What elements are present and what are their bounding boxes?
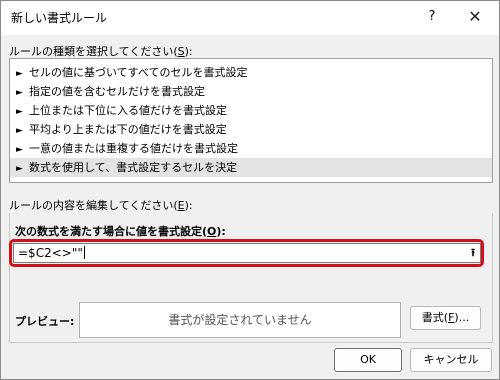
- formula-label: 次の数式を満たす場合に値を書式設定(O):: [15, 225, 226, 238]
- rule-type-item-selected[interactable]: ► 数式を使用して、書式設定するセルを決定: [10, 158, 492, 177]
- close-button[interactable]: ✕: [463, 7, 487, 27]
- rule-type-item[interactable]: ► 平均より上または下の値だけを書式設定: [10, 120, 492, 139]
- rule-type-label: ルールの種類を選択してください(S):: [9, 45, 193, 58]
- formula-value: =$C2<>"": [18, 246, 83, 260]
- rule-type-item[interactable]: ► セルの値に基づいてすべてのセルを書式設定: [10, 63, 492, 82]
- rule-type-item[interactable]: ► 上位または下位に入る値だけを書式設定: [10, 101, 492, 120]
- cancel-button[interactable]: キャンセル: [410, 348, 492, 372]
- bullet-arrow-icon: ►: [16, 164, 23, 174]
- collapse-dialog-icon[interactable]: ⭱: [466, 244, 480, 262]
- new-format-rule-dialog: 新しい書式ルール ? ✕ ルールの種類を選択してください(S): ► セルの値に基…: [0, 0, 500, 380]
- preview-label: プレビュー:: [15, 315, 75, 328]
- rule-type-list[interactable]: ► セルの値に基づいてすべてのセルを書式設定 ► 指定の値を含むセルだけを書式設定 …: [9, 58, 493, 183]
- help-button[interactable]: ?: [422, 7, 442, 27]
- ok-button[interactable]: OK: [334, 348, 402, 372]
- title-bar: 新しい書式ルール ? ✕: [1, 1, 499, 35]
- format-button[interactable]: 書式(F)...: [410, 306, 481, 330]
- preview-text: 書式が設定されていません: [168, 313, 312, 327]
- rule-type-item[interactable]: ► 一意の値または重複する値だけを書式設定: [10, 139, 492, 158]
- preview-box: 書式が設定されていません: [79, 302, 401, 338]
- rule-type-item[interactable]: ► 指定の値を含むセルだけを書式設定: [10, 82, 492, 101]
- formula-input[interactable]: =$C2<>"" ⭱: [13, 243, 481, 263]
- text-caret: [83, 246, 85, 259]
- rule-edit-label: ルールの内容を編集してください(E):: [9, 199, 193, 212]
- dialog-title: 新しい書式ルール: [11, 11, 108, 25]
